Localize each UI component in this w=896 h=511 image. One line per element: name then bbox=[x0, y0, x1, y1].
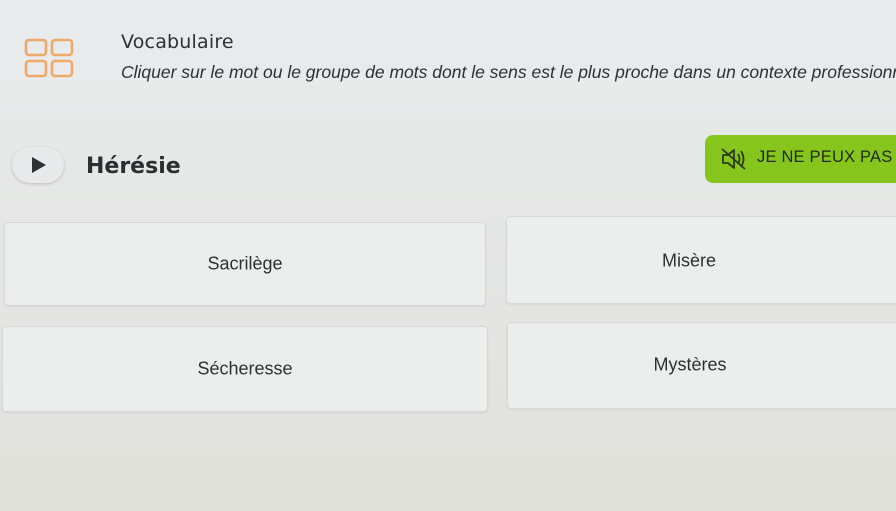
answer-option-2[interactable]: Misère bbox=[506, 216, 896, 304]
play-icon bbox=[32, 157, 46, 173]
grid-icon bbox=[24, 38, 74, 78]
play-audio-button[interactable] bbox=[12, 147, 64, 183]
answer-option-label: Sacrilège bbox=[207, 253, 283, 274]
mute-speaker-icon bbox=[721, 148, 746, 170]
cant-listen-label: JE NE PEUX PAS É bbox=[757, 148, 896, 166]
instructions-text: Cliquer sur le mot ou le groupe de mots … bbox=[121, 62, 896, 82]
answer-option-label: Misère bbox=[661, 250, 716, 271]
answer-option-4[interactable]: Mystères bbox=[507, 322, 896, 409]
cant-listen-button[interactable]: JE NE PEUX PAS É bbox=[705, 135, 896, 183]
answer-option-label: Sécheresse bbox=[197, 358, 293, 379]
answer-option-label: Mystères bbox=[653, 354, 727, 375]
answer-option-1[interactable]: Sacrilège bbox=[4, 222, 486, 306]
answer-option-3[interactable]: Sécheresse bbox=[2, 326, 488, 412]
target-word: Hérésie bbox=[86, 154, 181, 179]
exercise-title: Vocabulaire bbox=[121, 31, 234, 53]
